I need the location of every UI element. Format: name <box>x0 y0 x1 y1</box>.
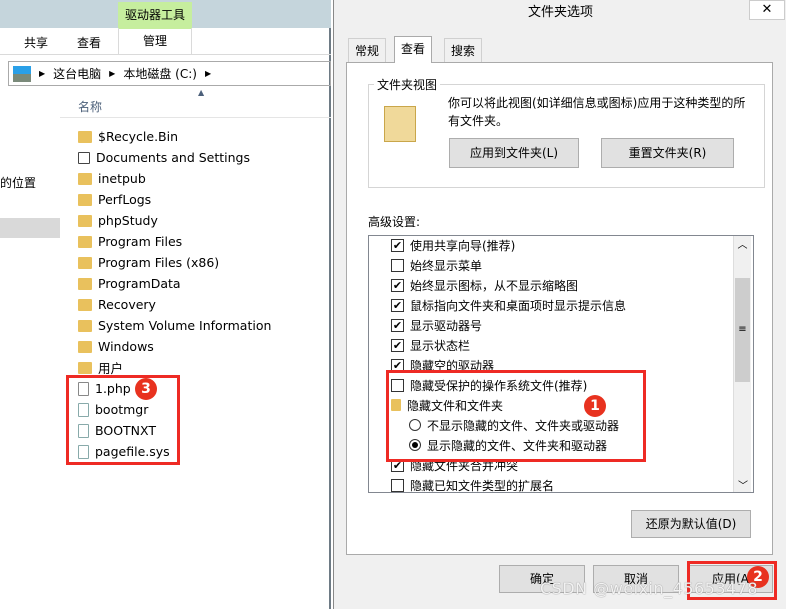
folder-views-description: 你可以将此视图(如详细信息或图标)应用于这种类型的所有文件夹。 <box>448 96 746 128</box>
breadcrumb-local-disk[interactable]: 本地磁盘 (C:) <box>123 65 197 82</box>
watermark: CSDN @weixin_45653478 <box>540 579 759 598</box>
checkbox-icon[interactable] <box>391 258 404 272</box>
chevron-right-icon: ▶ <box>39 69 46 78</box>
scrollbar[interactable]: ︿ ≡ ﹀ <box>733 236 751 492</box>
file-list-item[interactable]: System Volume Information <box>78 315 271 336</box>
scrollbar-thumb[interactable]: ≡ <box>735 278 750 382</box>
scroll-up-arrow-icon[interactable]: ︿ <box>734 236 751 254</box>
option-checkbox[interactable]: ✔ 鼠标指向文件夹和桌面项时显示提示信息 <box>391 295 626 315</box>
annotation-box-files <box>66 375 180 465</box>
option-label: 始终显示图标，从不显示缩略图 <box>410 278 579 293</box>
folder-icon <box>78 277 92 290</box>
checkbox-checked-icon[interactable]: ✔ <box>391 338 404 352</box>
option-checkbox[interactable]: ✔ 显示状态栏 <box>391 335 470 355</box>
file-name: Documents and Settings <box>96 150 251 165</box>
folder-icon <box>78 130 92 143</box>
folder-options-dialog: 文件夹选项 ✕ 常规 搜索 查看 文件夹视图 你可以将此视图(如详细信息或图标)… <box>333 0 786 609</box>
breadcrumb-this-pc[interactable]: 这台电脑 <box>53 65 101 82</box>
folder-view-icon <box>384 106 416 142</box>
file-name: Program Files (x86) <box>98 255 220 270</box>
file-list-item[interactable]: $Recycle.Bin <box>78 126 178 147</box>
tab-general[interactable]: 常规 <box>348 38 387 62</box>
close-button[interactable]: ✕ <box>749 0 785 20</box>
file-name: ProgramData <box>98 276 181 291</box>
folder-icon <box>78 319 92 332</box>
file-name: Program Files <box>98 234 183 249</box>
option-checkbox[interactable]: ✔ 显示驱动器号 <box>391 315 482 335</box>
file-list-item[interactable]: Windows <box>78 336 154 357</box>
file-list-item[interactable]: ProgramData <box>78 273 181 294</box>
option-label: 显示状态栏 <box>410 338 471 353</box>
file-name: Windows <box>98 339 154 354</box>
file-list-item[interactable]: phpStudy <box>78 210 158 231</box>
checkbox-icon[interactable] <box>391 478 404 492</box>
scroll-down-arrow-icon[interactable]: ﹀ <box>734 477 752 492</box>
checkbox-checked-icon[interactable]: ✔ <box>391 298 404 312</box>
checkbox-checked-icon[interactable]: ✔ <box>391 238 404 252</box>
file-name: System Volume Information <box>98 318 272 333</box>
file-name: Recovery <box>98 297 156 312</box>
option-checkbox[interactable]: ✔ 使用共享向导(推荐) <box>391 236 516 255</box>
annotation-box-options <box>386 370 646 462</box>
apply-to-folders-button[interactable]: 应用到文件夹(L) <box>449 138 579 168</box>
folder-icon <box>78 193 92 206</box>
dialog-title: 文件夹选项 <box>527 5 593 20</box>
file-list-item[interactable]: Program Files <box>78 231 182 252</box>
folder-icon <box>78 340 92 353</box>
file-explorer-window: 驱动器工具 共享 查看 管理 ▶ 这台电脑 ▶ 本地磁盘 (C:) ▶ ▲ 名称… <box>0 0 331 609</box>
folder-icon <box>78 256 92 269</box>
tab-share[interactable]: 共享 <box>24 34 48 51</box>
tab-view[interactable]: 查看 <box>77 34 101 51</box>
option-label: 隐藏已知文件类型的扩展名 <box>410 478 555 493</box>
file-list-item[interactable]: Program Files (x86) <box>78 252 219 273</box>
nav-pane-item[interactable]: 的位置 <box>0 174 36 191</box>
option-checkbox[interactable]: 隐藏已知文件类型的扩展名 <box>391 475 555 493</box>
chevron-right-icon[interactable]: ▶ <box>205 69 211 78</box>
file-list-item[interactable]: Recovery <box>78 294 156 315</box>
folder-icon <box>78 298 92 311</box>
option-label: 鼠标指向文件夹和桌面项时显示提示信息 <box>410 298 627 313</box>
file-list-item[interactable]: PerfLogs <box>78 189 151 210</box>
folder-icon <box>78 172 92 185</box>
file-name: phpStudy <box>98 213 158 228</box>
annotation-badge-1: 1 <box>584 395 606 417</box>
file-name: $Recycle.Bin <box>98 129 179 144</box>
folder-icon <box>78 361 92 374</box>
shortcut-folder-icon <box>78 151 90 164</box>
option-checkbox[interactable]: 始终显示菜单 <box>391 255 482 275</box>
checkbox-checked-icon[interactable]: ✔ <box>391 318 404 332</box>
restore-defaults-button[interactable]: 还原为默认值(D) <box>631 510 751 538</box>
address-bar[interactable]: ▶ 这台电脑 ▶ 本地磁盘 (C:) ▶ <box>8 61 331 86</box>
column-header-name[interactable]: 名称 <box>60 93 331 118</box>
chevron-right-icon: ▶ <box>109 69 116 78</box>
drive-tools-context-tab[interactable]: 驱动器工具 <box>118 2 192 29</box>
tab-manage[interactable]: 管理 <box>118 28 192 55</box>
advanced-settings-label: 高级设置: <box>368 215 421 229</box>
tab-search[interactable]: 搜索 <box>444 38 483 62</box>
computer-drive-icon <box>13 65 31 82</box>
folder-views-label: 文件夹视图 <box>374 76 441 93</box>
file-list-item[interactable]: inetpub <box>78 168 146 189</box>
file-list-item[interactable]: Documents and Settings <box>78 147 250 168</box>
tab-view[interactable]: 查看 <box>394 36 433 63</box>
option-label: 显示驱动器号 <box>410 318 483 333</box>
nav-pane-selected-item[interactable] <box>0 218 60 238</box>
file-name: inetpub <box>98 171 146 186</box>
folder-icon <box>78 235 92 248</box>
annotation-badge-3: 3 <box>135 378 157 400</box>
option-label: 始终显示菜单 <box>410 258 483 273</box>
checkbox-checked-icon[interactable]: ✔ <box>391 278 404 292</box>
option-checkbox[interactable]: ✔ 始终显示图标，从不显示缩略图 <box>391 275 578 295</box>
reset-folders-button[interactable]: 重置文件夹(R) <box>601 138 734 168</box>
option-label: 使用共享向导(推荐) <box>410 238 516 253</box>
file-name: PerfLogs <box>98 192 152 207</box>
folder-icon <box>78 214 92 227</box>
